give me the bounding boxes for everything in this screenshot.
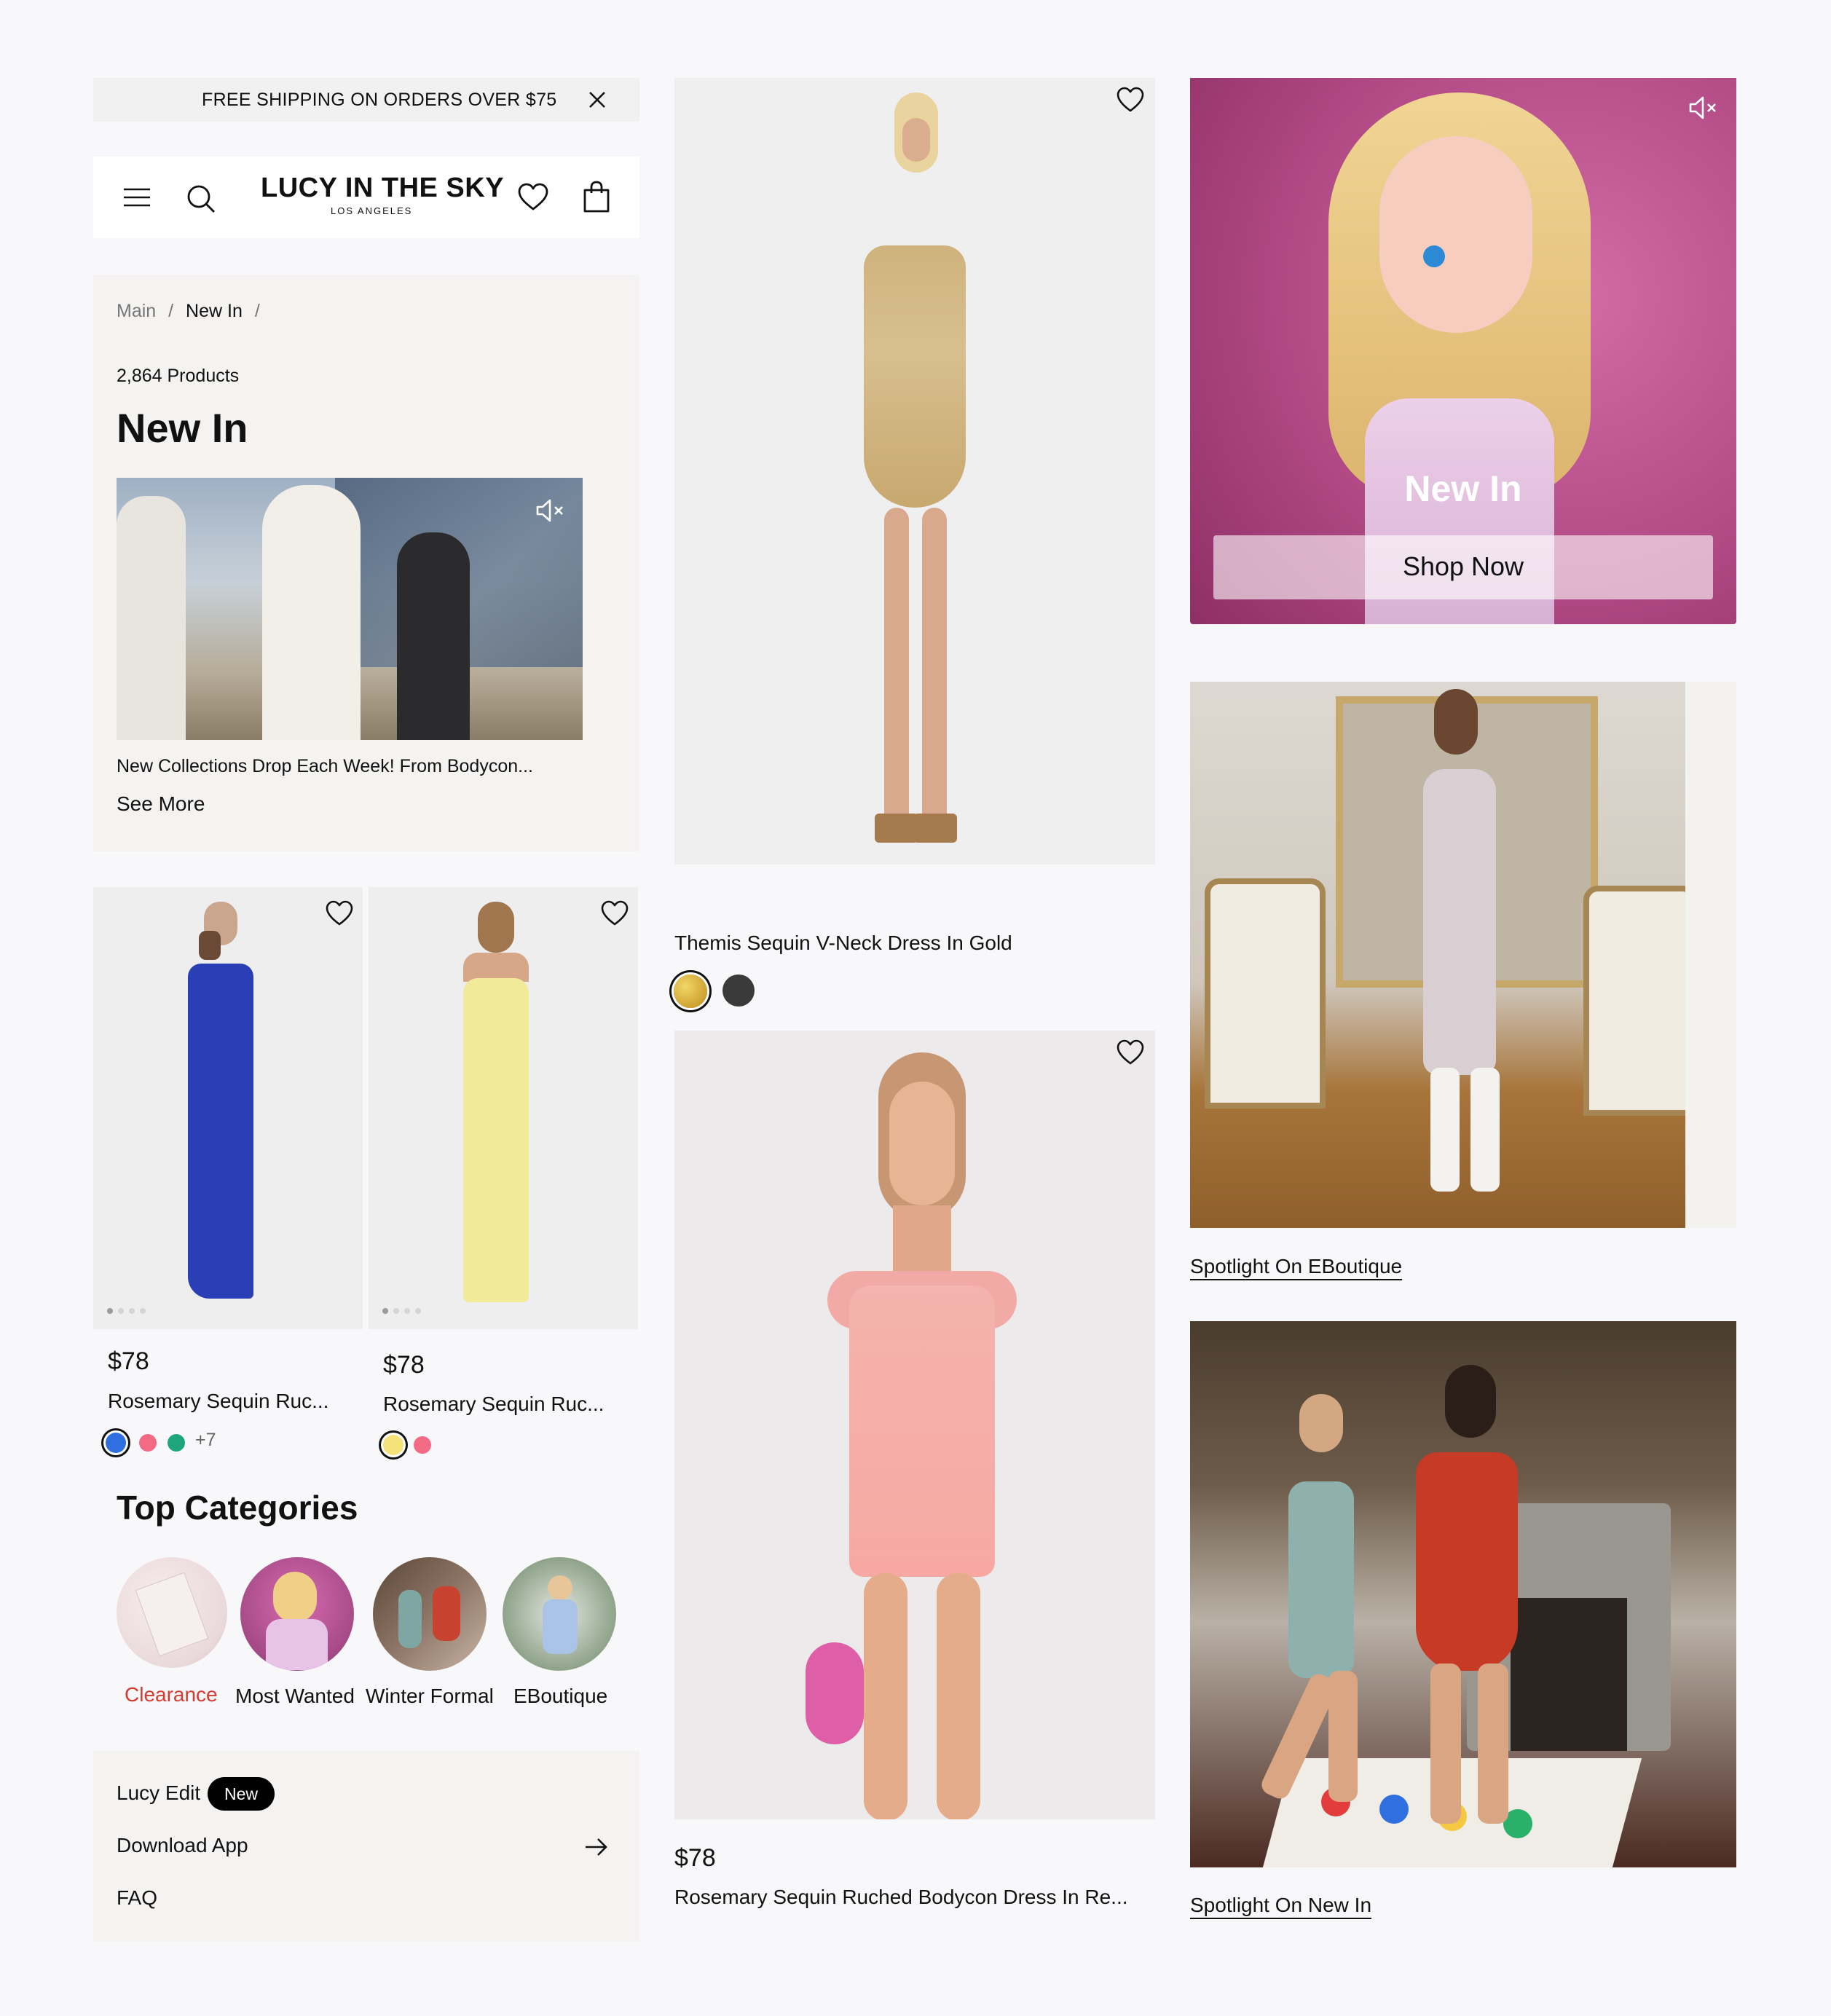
listing-intro: Main / New In / 2,864 Products New In Ne… xyxy=(93,275,639,851)
image-pagination[interactable] xyxy=(382,1308,421,1314)
product-image[interactable] xyxy=(369,887,638,1329)
color-swatch[interactable] xyxy=(168,1434,185,1452)
dress-figure xyxy=(166,902,275,1310)
promo-bar: FREE SHIPPING ON ORDERS OVER $75 xyxy=(93,78,639,122)
new-badge-label: New xyxy=(224,1784,259,1803)
footer-menu: Lucy Edit New Download App FAQ xyxy=(93,1751,639,1942)
category-label-winter-formal[interactable]: Winter Formal xyxy=(366,1685,494,1708)
breadcrumb-main[interactable]: Main xyxy=(117,301,156,321)
color-swatch[interactable] xyxy=(106,1433,126,1453)
listing-description: New Collections Drop Each Week! From Bod… xyxy=(117,756,533,776)
download-app-link[interactable]: Download App xyxy=(117,1834,248,1857)
model-figure xyxy=(784,1052,1060,1819)
top-categories-title: Top Categories xyxy=(117,1489,358,1527)
wishlist-heart-icon[interactable] xyxy=(599,899,631,928)
product-name[interactable]: Rosemary Sequin Ruched Bodycon Dress In … xyxy=(674,1886,1128,1909)
collection-video[interactable] xyxy=(117,478,583,740)
product-count: 2,864 Products xyxy=(117,366,240,386)
menu-icon[interactable] xyxy=(122,186,151,209)
category-image-clearance[interactable] xyxy=(117,1557,227,1668)
category-label-eboutique[interactable]: EBoutique xyxy=(513,1685,607,1708)
wishlist-heart-icon[interactable] xyxy=(323,899,355,928)
model-figure xyxy=(1258,1394,1372,1803)
mute-icon[interactable] xyxy=(1688,95,1719,120)
model-figure xyxy=(262,485,361,740)
wishlist-icon[interactable] xyxy=(517,183,549,212)
dress-figure xyxy=(441,902,551,1310)
spotlight-link[interactable]: Spotlight On EBoutique xyxy=(1190,1255,1402,1278)
shop-now-label: Shop Now xyxy=(1402,551,1524,581)
logo-title[interactable]: LUCY IN THE SKY xyxy=(261,173,504,204)
product-name[interactable]: Themis Sequin V-Neck Dress In Gold xyxy=(674,932,1012,955)
color-swatch[interactable] xyxy=(674,974,707,1008)
bag-icon[interactable] xyxy=(582,180,611,213)
model-figure xyxy=(397,532,470,740)
wishlist-heart-icon[interactable] xyxy=(1114,1038,1146,1067)
category-image-eboutique[interactable] xyxy=(503,1557,616,1671)
see-more-link[interactable]: See More xyxy=(117,792,205,816)
faq-link[interactable]: FAQ xyxy=(117,1886,157,1910)
spotlight-image[interactable] xyxy=(1190,682,1736,1228)
image-pagination[interactable] xyxy=(107,1308,146,1314)
model-figure xyxy=(117,496,186,740)
hero-banner[interactable]: New In Shop Now xyxy=(1190,78,1736,624)
color-swatch[interactable] xyxy=(722,974,755,1007)
breadcrumb: Main / New In / xyxy=(117,301,260,321)
header: LUCY IN THE SKY LOS ANGELES xyxy=(93,157,639,238)
model-figure xyxy=(820,92,1009,857)
spotlight-image[interactable] xyxy=(1190,1321,1736,1867)
product-image[interactable] xyxy=(674,78,1155,865)
category-image-most-wanted[interactable] xyxy=(240,1557,354,1671)
color-swatch[interactable] xyxy=(383,1435,403,1455)
search-icon[interactable] xyxy=(185,183,217,215)
spotlight-link[interactable]: Spotlight On New In xyxy=(1190,1894,1371,1917)
arrow-right-icon[interactable] xyxy=(584,1837,609,1857)
product-price: $78 xyxy=(383,1351,425,1379)
category-label-clearance[interactable]: Clearance xyxy=(125,1683,218,1706)
product-price: $78 xyxy=(674,1844,716,1872)
promo-text: FREE SHIPPING ON ORDERS OVER $75 xyxy=(202,90,557,110)
color-swatch[interactable] xyxy=(139,1434,157,1452)
color-swatch[interactable] xyxy=(414,1436,431,1454)
category-image-winter-formal[interactable] xyxy=(373,1557,487,1671)
product-image[interactable] xyxy=(674,1031,1155,1819)
mute-icon[interactable] xyxy=(535,498,566,523)
product-name[interactable]: Rosemary Sequin Ruc... xyxy=(108,1390,328,1413)
hero-title: New In xyxy=(1404,468,1522,509)
model-figure xyxy=(1387,1365,1547,1831)
breadcrumb-current[interactable]: New In xyxy=(186,301,243,321)
category-label-most-wanted[interactable]: Most Wanted xyxy=(235,1685,355,1708)
more-colors-count[interactable]: +7 xyxy=(195,1430,216,1451)
new-badge: New xyxy=(208,1777,275,1811)
product-image[interactable] xyxy=(93,887,363,1329)
page-title: New In xyxy=(117,405,248,451)
shop-now-button[interactable]: Shop Now xyxy=(1213,535,1713,599)
product-name[interactable]: Rosemary Sequin Ruc... xyxy=(383,1393,604,1416)
lucy-edit-link[interactable]: Lucy Edit xyxy=(117,1781,200,1805)
logo-subtitle: LOS ANGELES xyxy=(331,205,413,216)
close-icon[interactable] xyxy=(587,90,607,110)
product-price: $78 xyxy=(108,1347,149,1375)
model-figure xyxy=(1401,689,1511,1199)
wishlist-heart-icon[interactable] xyxy=(1114,85,1146,114)
